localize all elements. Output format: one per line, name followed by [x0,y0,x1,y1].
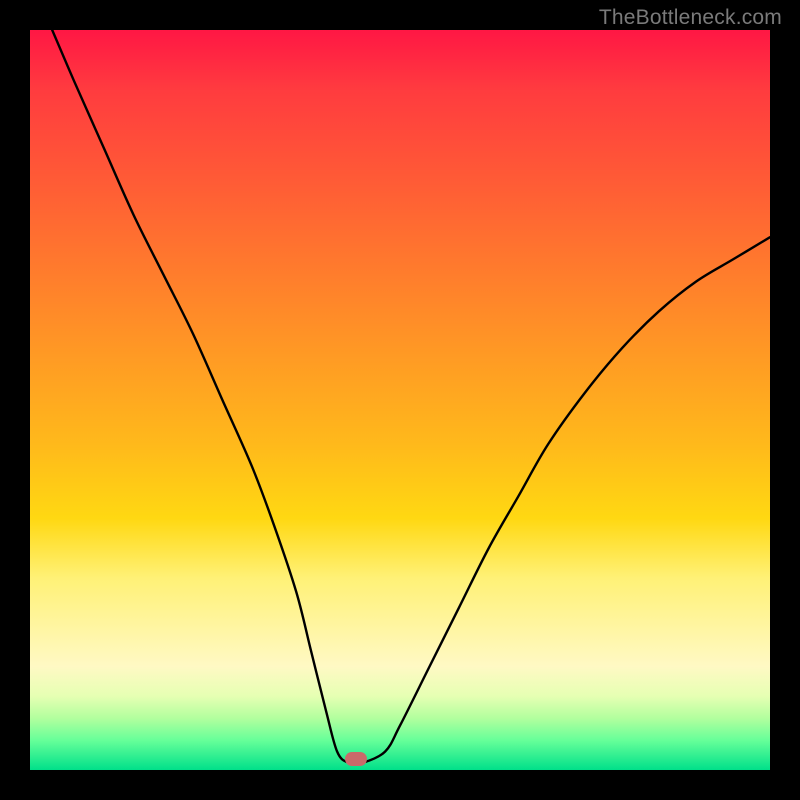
chart-frame: TheBottleneck.com [0,0,800,800]
plot-area [30,30,770,770]
curve-svg [30,30,770,770]
min-marker [345,752,367,766]
curve-path [52,30,770,764]
watermark-text: TheBottleneck.com [599,6,782,30]
